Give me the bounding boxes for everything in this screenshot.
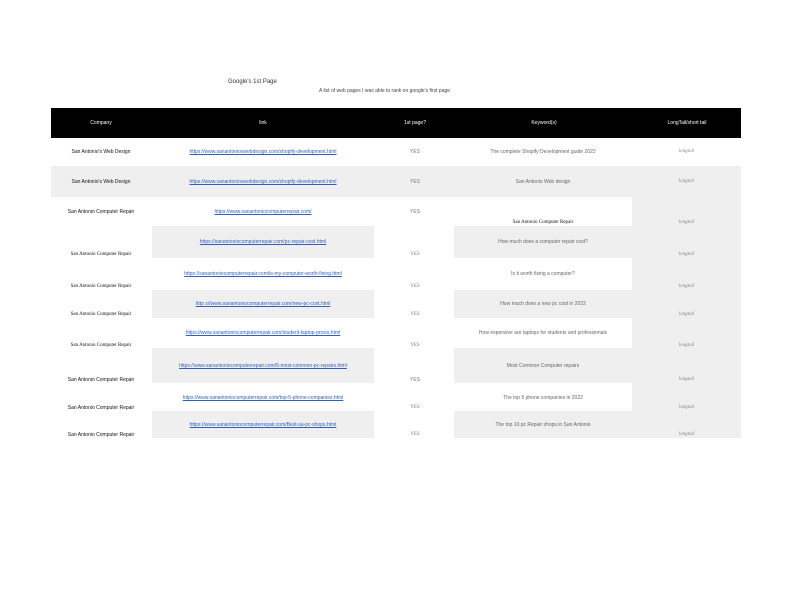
page-link[interactable]: https://www.sanantoniocomputerrepair.com… <box>152 209 374 215</box>
page-link[interactable]: https://sanantoniocomputerrepair.com/is-… <box>152 271 374 277</box>
first-page-cell: YES <box>410 312 420 317</box>
cell-band <box>632 197 741 438</box>
first-page-cell: YES <box>409 179 420 185</box>
keyword-cell: Most Common Computer repairs <box>506 363 580 369</box>
header-tail: LongTail/short tail <box>667 120 707 126</box>
first-page-cell: YES <box>410 252 420 257</box>
first-page-cell: YES <box>410 432 420 437</box>
page-link[interactable]: https://www.sanantonioswebdesign.com/sho… <box>152 149 374 155</box>
first-page-cell: YES <box>410 405 420 410</box>
keyword-cell: San Antonio Web design <box>515 179 571 185</box>
header-first-page: 1st page? <box>404 120 426 126</box>
company-cell: San Antonio Computer Repair <box>70 343 132 348</box>
company-cell: San Antonio's Web Design <box>71 149 131 155</box>
keyword-cell: How much does a computer repair cost? <box>498 239 588 245</box>
company-cell: San Antonio Computer Repair <box>70 312 132 317</box>
tail-cell: longtail <box>678 405 695 410</box>
keyword-cell: How much does a new pc cost in 2022 <box>500 301 586 307</box>
tail-cell: longtail <box>678 432 695 437</box>
page-link[interactable]: https://www.sanantonioswebdesign.com/sho… <box>152 179 374 185</box>
page-link[interactable]: https://www.sanantoniocomputerrepair.com… <box>152 330 374 336</box>
company-cell: San Antonio Computer Repair <box>67 209 135 215</box>
company-cell: San Antonio Computer Repair <box>67 432 135 438</box>
header-company: Company <box>90 120 112 126</box>
keyword-cell: The top 10 pc Repair shops in San Antoni… <box>495 422 591 428</box>
page-link[interactable]: https://www.sanantoniocomputerrepair.com… <box>152 422 374 428</box>
company-cell: San Antonio Computer Repair <box>70 252 132 257</box>
tail-cell: longtail <box>678 149 695 154</box>
keyword-cell: Is it worth fixing a computer? <box>511 271 575 277</box>
first-page-cell: YES <box>409 209 420 215</box>
first-page-cell: YES <box>410 284 420 289</box>
page-link[interactable]: https://sanantoniocomputerrepair.com/pc-… <box>152 239 374 245</box>
page-link[interactable]: https://www.sanantoniocomputerrepair.com… <box>152 395 374 401</box>
keyword-cell: The complete Shopify Development guide 2… <box>490 149 596 155</box>
first-page-cell: YES <box>409 149 420 155</box>
company-cell: San Antonio Computer Repair <box>70 284 132 289</box>
company-cell: San Antonio's Web Design <box>71 179 131 185</box>
keyword-cell: How expensive are laptops for students a… <box>478 330 608 336</box>
tail-cell: longtail <box>678 179 695 184</box>
first-page-cell: YES <box>410 343 420 348</box>
tail-cell: longtail <box>678 343 695 348</box>
page-link[interactable]: https://www.sanantoniocomputerrepair.com… <box>152 363 374 369</box>
tail-cell: longtail <box>678 312 695 317</box>
keyword-cell: The top 5 phone companies in 2022 <box>503 395 583 401</box>
header-keywords: Keyword(s) <box>531 120 557 126</box>
tail-cell: longtail <box>678 284 695 289</box>
page-link[interactable]: http s//www.sanantoniocomputerrepair.com… <box>152 301 374 307</box>
header-link: link <box>259 120 267 126</box>
page-title: Google's 1st Page <box>228 79 277 85</box>
company-cell: San Antonio Computer Repair <box>67 377 135 383</box>
keyword-cell: San Antonio Computer Repair <box>512 220 574 225</box>
first-page-cell: YES <box>409 377 420 383</box>
table-header: Company link 1st page? Keyword(s) LongTa… <box>51 108 741 138</box>
company-cell: San Antonio Computer Repair <box>67 405 135 411</box>
page-subtitle: A list of web pages I was able to rank o… <box>319 88 451 94</box>
tail-cell: longtail <box>678 252 695 257</box>
tail-cell: longtail <box>678 377 695 382</box>
tail-cell: longtail <box>678 220 695 225</box>
